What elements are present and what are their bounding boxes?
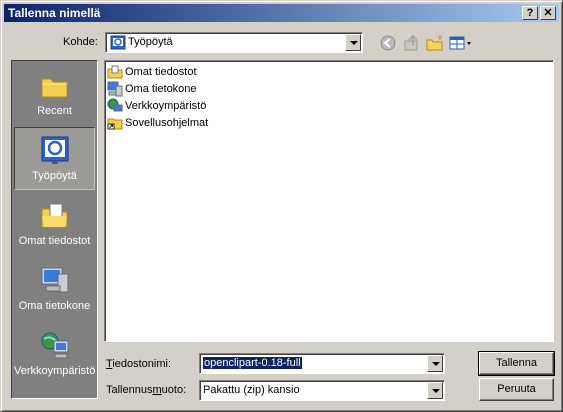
my-documents-icon bbox=[38, 199, 72, 233]
cancel-button[interactable]: Peruuta bbox=[479, 378, 554, 401]
place-label: Recent bbox=[37, 105, 72, 117]
file-name: Omat tiedostot bbox=[125, 66, 197, 78]
filetype-value: Pakattu (zip) kansio bbox=[203, 384, 300, 396]
lookin-value: Työpöytä bbox=[128, 36, 173, 48]
place-label: Oma tietokone bbox=[18, 300, 91, 312]
place-desktop[interactable]: Työpöytä bbox=[14, 127, 95, 190]
place-recent[interactable]: Recent bbox=[14, 63, 95, 126]
recent-folder-icon bbox=[38, 69, 72, 103]
network-icon bbox=[38, 329, 72, 363]
place-label: Verkkoympäristö bbox=[14, 365, 96, 377]
my-documents-icon bbox=[107, 64, 123, 80]
save-button[interactable]: Tallenna bbox=[478, 351, 555, 376]
filename-label: Tiedostonimi: bbox=[106, 358, 172, 370]
window-title: Tallenna nimellä bbox=[8, 6, 101, 20]
lookin-combo[interactable]: Työpöytä bbox=[105, 32, 363, 53]
my-computer-icon bbox=[107, 81, 123, 97]
filetype-select[interactable]: Pakattu (zip) kansio bbox=[199, 380, 445, 401]
file-name: Oma tietokone bbox=[125, 83, 197, 95]
filename-value[interactable]: openclipart-0.18-full bbox=[203, 357, 302, 369]
filetype-label: Tallennusmuoto: bbox=[106, 384, 187, 396]
close-button[interactable]: ✕ bbox=[540, 6, 556, 20]
up-folder-icon[interactable] bbox=[402, 33, 422, 53]
place-network[interactable]: Verkkoympäristö bbox=[14, 323, 95, 393]
my-computer-icon bbox=[38, 264, 72, 298]
network-icon bbox=[107, 98, 123, 114]
file-name: Verkkoympäristö bbox=[125, 100, 207, 112]
lookin-label: Kohde: bbox=[63, 36, 98, 48]
desktop-icon bbox=[110, 35, 126, 54]
back-icon[interactable] bbox=[378, 33, 398, 53]
place-label: Työpöytä bbox=[32, 170, 77, 182]
lookin-dropdown-button[interactable] bbox=[345, 34, 361, 51]
folder-shortcut-icon bbox=[107, 115, 123, 131]
view-menu-icon[interactable] bbox=[448, 33, 474, 53]
filetype-dropdown-button[interactable] bbox=[427, 382, 443, 399]
place-my-computer[interactable]: Oma tietokone bbox=[14, 258, 95, 321]
place-my-documents[interactable]: Omat tiedostot bbox=[14, 193, 95, 256]
help-button[interactable]: ? bbox=[522, 6, 538, 20]
places-bar: Recent Työpöytä Omat tiedostot Oma tieto… bbox=[11, 60, 98, 399]
place-label: Omat tiedostot bbox=[18, 235, 91, 247]
desktop-icon bbox=[38, 134, 72, 168]
title-bar[interactable]: Tallenna nimellä ? ✕ bbox=[4, 4, 559, 22]
filename-field[interactable]: openclipart-0.18-full bbox=[199, 353, 445, 374]
save-as-dialog: Tallenna nimellä ? ✕ Kohde: Työpöytä Rec… bbox=[0, 0, 563, 412]
filename-dropdown-button[interactable] bbox=[427, 355, 443, 372]
file-name: Sovellusohjelmat bbox=[125, 117, 209, 129]
file-list[interactable]: Omat tiedostot Oma tietokone Verkkoympär… bbox=[104, 60, 554, 342]
new-folder-icon[interactable] bbox=[425, 33, 445, 53]
